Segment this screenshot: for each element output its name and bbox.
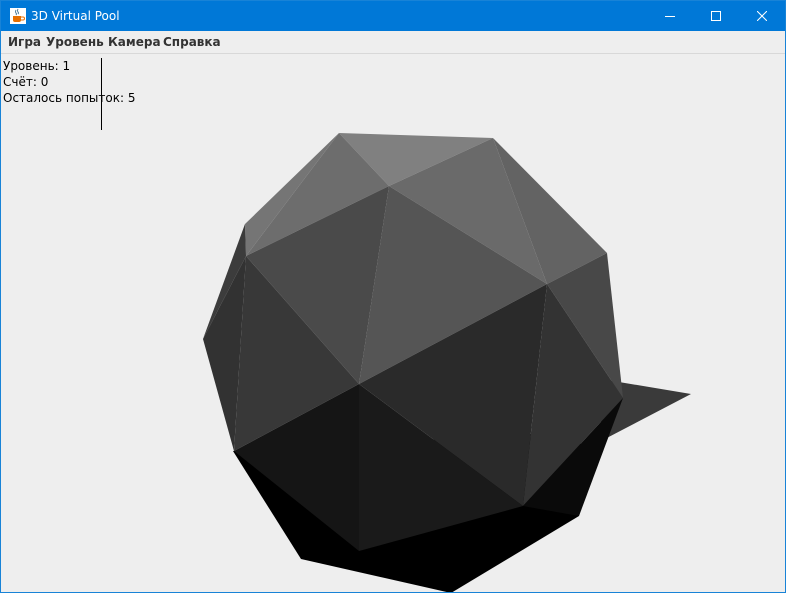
hud-level: Уровень: 1 [3, 59, 71, 73]
hud-attempts: Осталось попыток: 5 [3, 91, 136, 105]
maximize-button[interactable] [693, 1, 739, 31]
close-icon [757, 11, 767, 21]
hud-score: Счёт: 0 [3, 75, 49, 89]
3d-viewport[interactable] [1, 54, 785, 592]
close-button[interactable] [739, 1, 785, 31]
minimize-icon [665, 16, 675, 17]
menu-game[interactable]: Игра [8, 35, 41, 49]
menu-help[interactable]: Справка [163, 35, 221, 49]
title-bar[interactable]: 3D Virtual Pool [1, 1, 785, 31]
menu-bar: Игра Уровень Камера Справка [1, 31, 785, 54]
menu-level[interactable]: Уровень [46, 35, 104, 49]
menu-camera[interactable]: Камера [108, 35, 161, 49]
maximize-icon [711, 11, 721, 21]
java-coffee-cup-icon [10, 8, 26, 24]
aim-line [101, 58, 102, 130]
app-window: 3D Virtual Pool Игра Уровень Камера Спра… [0, 0, 786, 593]
minimize-button[interactable] [647, 1, 693, 31]
window-title: 3D Virtual Pool [31, 9, 120, 23]
